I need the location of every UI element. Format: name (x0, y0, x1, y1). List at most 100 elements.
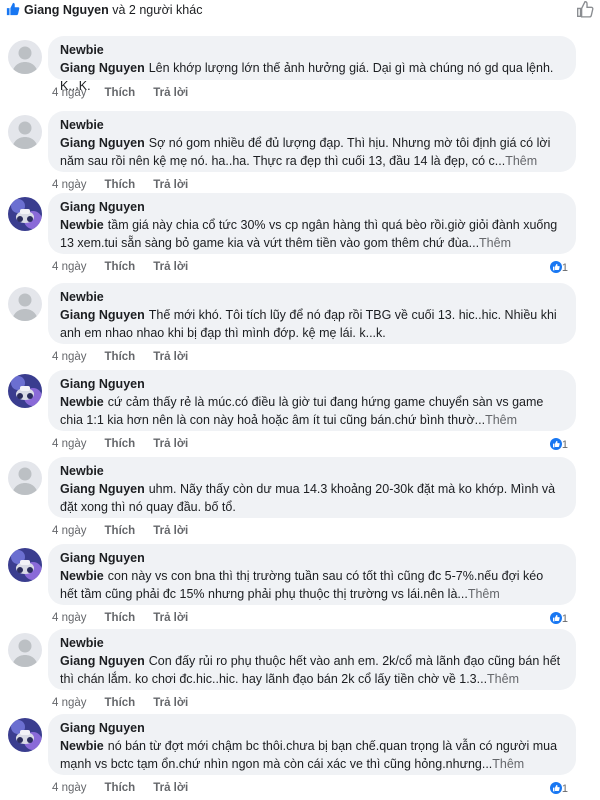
avatar[interactable] (8, 461, 42, 495)
like-thumb-icon (6, 2, 20, 21)
avatar[interactable] (8, 287, 42, 321)
see-more-link[interactable]: Thêm (492, 757, 524, 771)
comment-bubble: Newbie Giang Nguyen Con đấy rủi ro phụ thu… (48, 629, 576, 690)
reaction-count[interactable]: 1 (549, 261, 568, 274)
comment-author[interactable]: Giang Nguyen (60, 199, 564, 215)
comment-meta: 4 ngày Thích Trả lời (52, 351, 188, 363)
comment-text: Newbie tầm giá này chia cổ tức 30% vs cp … (60, 217, 564, 252)
comment-body: cứ cảm thấy rẻ là múc.có điều là giờ tui… (60, 395, 544, 427)
comment-bubble: Giang Nguyen Newbie con này vs con bna thì… (48, 544, 576, 605)
reply-link[interactable]: Trả lời (153, 782, 188, 794)
comment-body: nó bán từ đợt mới chậm bc thôi.chưa bị b… (60, 739, 558, 771)
comment-meta: 4 ngày Thích Trả lời (52, 179, 188, 191)
comment-meta: 4 ngày Thích Trả lời (52, 782, 188, 794)
mention-tag[interactable]: Newbie (60, 739, 104, 753)
see-more-link[interactable]: Thêm (487, 672, 519, 686)
see-more-link[interactable]: Thêm (485, 413, 517, 427)
comment-author[interactable]: Giang Nguyen (60, 550, 564, 566)
comment-meta: 4 ngày Thích Trả lời (52, 697, 188, 709)
comment-bubble: Giang Nguyen Newbie nó bán từ đợt mới chậm… (48, 714, 576, 775)
comment-meta: 4 ngày Thích Trả lời (52, 612, 188, 624)
comment-bubble: Newbie Giang Nguyen Thế mới khó. Tôi tích … (48, 283, 576, 344)
reaction-count-value: 1 (561, 783, 568, 795)
comment-time: 4 ngày (52, 525, 87, 537)
mention-tag[interactable]: Giang Nguyen (60, 136, 145, 150)
comment-author[interactable]: Giang Nguyen (60, 720, 564, 736)
like-reaction-icon (549, 612, 562, 624)
like-link[interactable]: Thích (105, 612, 136, 624)
comment-text: Giang Nguyen Thế mới khó. Tôi tích lũy để… (60, 307, 564, 342)
mention-tag[interactable]: Giang Nguyen (60, 308, 145, 322)
avatar[interactable] (8, 115, 42, 149)
like-reaction-icon (549, 261, 562, 273)
comment-text: Newbie con này vs con bna thì thị trường … (60, 568, 564, 603)
mention-tag[interactable]: Newbie (60, 218, 104, 232)
comment-bubble: Giang Nguyen Newbie tầm giá này chia cổ tứ… (48, 193, 576, 254)
like-link[interactable]: Thích (105, 782, 136, 794)
comment-bubble: Newbie Giang Nguyen Lên khớp lượng lớn thế… (48, 36, 576, 93)
reaction-count-value: 1 (561, 613, 568, 625)
mention-tag[interactable]: Giang Nguyen (60, 482, 145, 496)
like-link[interactable]: Thích (105, 179, 136, 191)
reaction-count[interactable]: 1 (549, 438, 568, 451)
reaction-count-value: 1 (561, 439, 568, 451)
reply-link[interactable]: Trả lời (153, 697, 188, 709)
likes-summary-bar[interactable]: Giang Nguyen và 2 người khác (0, 0, 600, 22)
comment-bubble: Newbie Giang Nguyen Sợ nó gom nhiều để đủ … (48, 111, 576, 172)
reaction-count[interactable]: 1 (549, 782, 568, 795)
mention-tag[interactable]: Newbie (60, 395, 104, 409)
like-link[interactable]: Thích (105, 351, 136, 363)
reply-link[interactable]: Trả lời (153, 261, 188, 273)
see-more-link[interactable]: Thêm (505, 154, 537, 168)
avatar[interactable] (8, 374, 42, 408)
like-reaction-icon (549, 438, 562, 450)
like-link[interactable]: Thích (105, 87, 136, 99)
avatar[interactable] (8, 197, 42, 231)
comment-bubble: Newbie Giang Nguyen uhm. Nãy thấy còn dư m… (48, 457, 576, 518)
comment-time: 4 ngày (52, 438, 87, 450)
comment-meta: 4 ngày Thích Trả lời (52, 525, 188, 537)
like-link[interactable]: Thích (105, 261, 136, 273)
comment-meta: 4 ngày Thích Trả lời (52, 87, 188, 99)
like-link[interactable]: Thích (105, 697, 136, 709)
reply-link[interactable]: Trả lời (153, 612, 188, 624)
comment-author[interactable]: Newbie (60, 289, 564, 305)
avatar[interactable] (8, 718, 42, 752)
comment-text: Newbie cứ cảm thấy rẻ là múc.có điều là g… (60, 394, 564, 429)
comment-time: 4 ngày (52, 697, 87, 709)
comment-meta: 4 ngày Thích Trả lời (52, 438, 188, 450)
mention-tag[interactable]: Giang Nguyen (60, 61, 145, 75)
like-outline-icon[interactable] (576, 0, 594, 23)
reply-link[interactable]: Trả lời (153, 179, 188, 191)
avatar[interactable] (8, 40, 42, 74)
see-more-link[interactable]: Thêm (479, 236, 511, 250)
reaction-count-value: 1 (561, 262, 568, 274)
reply-link[interactable]: Trả lời (153, 438, 188, 450)
reply-link[interactable]: Trả lời (153, 351, 188, 363)
comment-meta: 4 ngày Thích Trả lời (52, 261, 188, 273)
comment-time: 4 ngày (52, 612, 87, 624)
comment-bubble: Giang Nguyen Newbie cứ cảm thấy rẻ là múc.… (48, 370, 576, 431)
comment-time: 4 ngày (52, 782, 87, 794)
avatar[interactable] (8, 548, 42, 582)
reply-link[interactable]: Trả lời (153, 87, 188, 99)
comment-text: Giang Nguyen Con đấy rủi ro phụ thuộc hết… (60, 653, 564, 688)
mention-tag[interactable]: Newbie (60, 569, 104, 583)
comment-time: 4 ngày (52, 87, 87, 99)
comment-author[interactable]: Newbie (60, 42, 564, 58)
like-reaction-icon (549, 782, 562, 794)
like-link[interactable]: Thích (105, 438, 136, 450)
comment-author[interactable]: Newbie (60, 117, 564, 133)
comment-text: Giang Nguyen uhm. Nãy thấy còn dư mua 14.… (60, 481, 564, 516)
avatar[interactable] (8, 633, 42, 667)
likes-summary-text: Giang Nguyen và 2 người khác (24, 3, 203, 17)
comment-author[interactable]: Giang Nguyen (60, 376, 564, 392)
reaction-count[interactable]: 1 (549, 612, 568, 625)
comment-author[interactable]: Newbie (60, 635, 564, 651)
comment-author[interactable]: Newbie (60, 463, 564, 479)
see-more-link[interactable]: Thêm (468, 587, 500, 601)
mention-tag[interactable]: Giang Nguyen (60, 654, 145, 668)
comment-text: Newbie nó bán từ đợt mới chậm bc thôi.chư… (60, 738, 564, 773)
reply-link[interactable]: Trả lời (153, 525, 188, 537)
like-link[interactable]: Thích (105, 525, 136, 537)
